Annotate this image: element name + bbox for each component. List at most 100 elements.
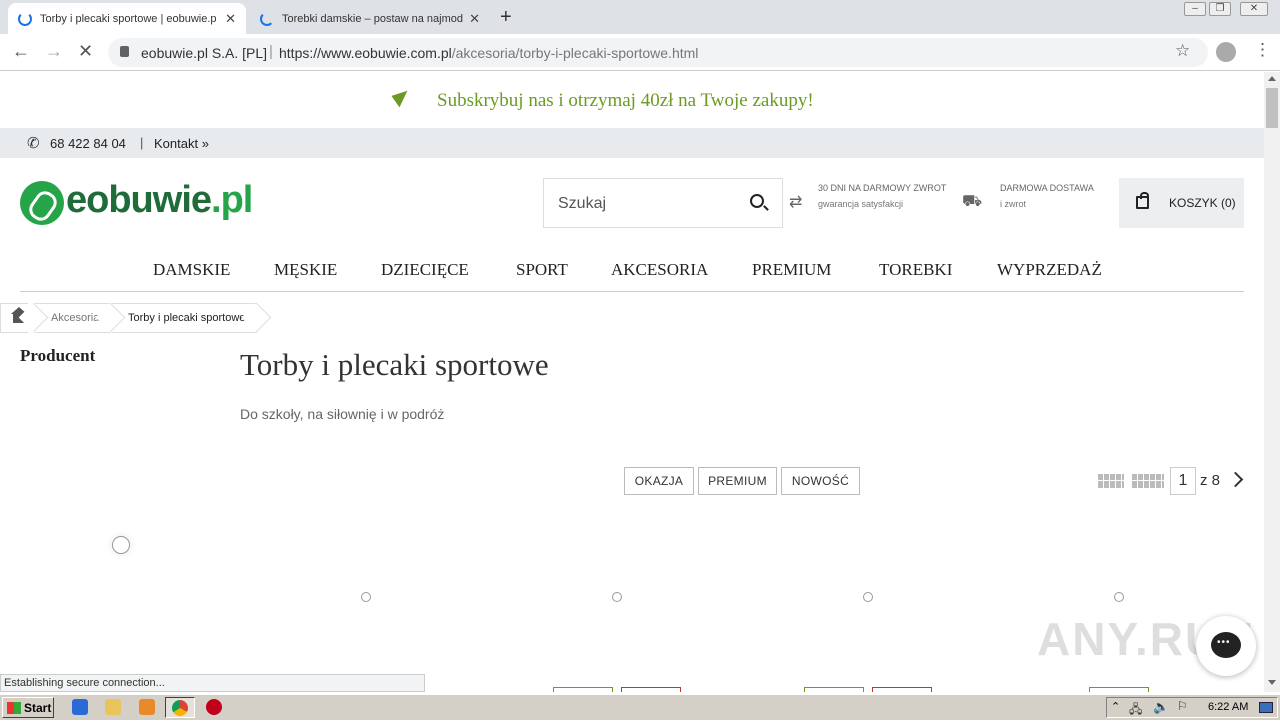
stop-loading-icon[interactable]: ✕ bbox=[78, 41, 93, 62]
tab-title: Torebki damskie – postaw na najmod bbox=[282, 12, 463, 25]
main-navigation: DAMSKIE MĘSKIE DZIECIĘCE SPORT AKCESORIA… bbox=[20, 248, 1244, 292]
chat-button[interactable] bbox=[1196, 616, 1256, 676]
media-player-icon[interactable] bbox=[139, 699, 155, 715]
loading-spinner-icon bbox=[18, 11, 32, 26]
product-badge bbox=[553, 687, 613, 692]
tag-okazja-button[interactable]: OKAZJA bbox=[624, 467, 694, 495]
back-arrow-icon[interactable]: ← bbox=[12, 41, 30, 62]
nav-dzieciece[interactable]: DZIECIĘCE bbox=[381, 260, 469, 280]
nav-akcesoria[interactable]: AKCESORIA bbox=[611, 260, 708, 280]
lock-icon bbox=[120, 46, 129, 57]
delivery-truck-icon: ⛟ bbox=[962, 193, 983, 210]
omnibox-separator: | bbox=[269, 43, 273, 60]
tag-nowosc-button[interactable]: NOWOŚĆ bbox=[781, 467, 860, 495]
breadcrumb-label: Akcesoria bbox=[51, 312, 100, 324]
browser-toolbar: ← → ✕ eobuwie.pl S.A. [PL] | https://www… bbox=[0, 34, 1280, 71]
start-button[interactable]: Start bbox=[2, 697, 54, 718]
product-badge bbox=[621, 687, 681, 692]
chat-icon bbox=[1211, 632, 1241, 658]
loading-indicator bbox=[612, 592, 622, 602]
page-scrollbar[interactable] bbox=[1264, 72, 1280, 692]
forward-arrow-icon[interactable]: → bbox=[45, 41, 63, 62]
page-title: Torby i plecaki sportowe bbox=[240, 347, 549, 382]
nav-premium[interactable]: PREMIUM bbox=[752, 260, 831, 280]
phone-icon: ✆ bbox=[27, 135, 40, 152]
system-tray: ⌃ 🖧 🔈 ⚐ bbox=[1106, 697, 1278, 718]
phone-number[interactable]: 68 422 84 04 bbox=[50, 136, 126, 151]
promo-text: Subskrybuj nas i otrzymaj 40zł na Twoje … bbox=[437, 90, 814, 111]
search-input[interactable] bbox=[558, 193, 738, 215]
paper-plane-icon bbox=[391, 86, 413, 108]
tag-premium-button[interactable]: PREMIUM bbox=[698, 467, 777, 495]
page-subtitle: Do szkoły, na siłownię i w podróż bbox=[240, 406, 445, 422]
show-desktop-icon[interactable] bbox=[1259, 702, 1273, 713]
usp-delivery-subtitle: i zwrot bbox=[1000, 199, 1027, 209]
return-arrows-icon: ⇄ bbox=[789, 194, 803, 211]
browser-tab-strip: Torby i plecaki sportowe | eobuwie.p ✕ T… bbox=[0, 0, 1280, 34]
breadcrumb-label: Torby i plecaki sportowe bbox=[128, 312, 246, 324]
nav-wyprzedaz[interactable]: WYPRZEDAŻ bbox=[997, 260, 1102, 280]
usp-return-subtitle: gwarancja satysfakcji bbox=[818, 199, 904, 209]
loading-indicator bbox=[112, 536, 130, 554]
product-badge bbox=[872, 687, 932, 692]
scroll-thumb[interactable] bbox=[1266, 88, 1278, 128]
next-page-icon[interactable] bbox=[1227, 471, 1244, 488]
logo-text: eobuwie.pl bbox=[66, 179, 253, 221]
browser-menu-icon[interactable]: ⋮ bbox=[1254, 40, 1271, 60]
action-center-flag-icon[interactable]: ⚐ bbox=[1177, 699, 1188, 713]
web-page: Subskrybuj nas i otrzymaj 40zł na Twoje … bbox=[0, 72, 1264, 692]
minimize-window-button[interactable]: – bbox=[1184, 2, 1206, 16]
start-label: Start bbox=[24, 700, 52, 715]
tab-close-icon[interactable]: ✕ bbox=[469, 11, 480, 27]
internet-explorer-icon[interactable] bbox=[72, 699, 88, 715]
security-alert-icon[interactable] bbox=[206, 699, 222, 715]
contact-link[interactable]: Kontakt » bbox=[154, 136, 209, 151]
loading-indicator bbox=[361, 592, 371, 602]
tab-title: Torby i plecaki sportowe | eobuwie.p bbox=[40, 12, 217, 25]
windows-flag-icon bbox=[7, 701, 21, 714]
tray-expand-icon[interactable]: ⌃ bbox=[1111, 700, 1120, 713]
loading-spinner-icon bbox=[260, 11, 274, 26]
contact-separator: | bbox=[140, 135, 144, 150]
taskbar-clock: 6:22 AM bbox=[1208, 701, 1249, 713]
dense-grid-view-icon[interactable] bbox=[1132, 474, 1164, 488]
page-number-input[interactable]: 1 bbox=[1170, 467, 1196, 495]
loading-indicator bbox=[863, 592, 873, 602]
usp-delivery-title: DARMOWA DOSTAWA bbox=[1000, 183, 1094, 193]
search-box bbox=[543, 178, 783, 228]
new-tab-button[interactable]: + bbox=[500, 6, 512, 29]
site-identity: eobuwie.pl S.A. [PL] bbox=[141, 45, 268, 61]
tab-close-icon[interactable]: ✕ bbox=[225, 11, 236, 27]
nav-torebki[interactable]: TOREBKI bbox=[879, 260, 952, 280]
address-bar[interactable]: eobuwie.pl S.A. [PL] | https://www.eobuw… bbox=[108, 38, 1208, 67]
breadcrumb-current: Torby i plecaki sportowe bbox=[112, 303, 257, 333]
product-badge bbox=[1089, 687, 1149, 692]
contact-bar: ✆ 68 422 84 04 | Kontakt » bbox=[0, 128, 1264, 158]
profile-avatar[interactable] bbox=[1216, 42, 1236, 62]
logo-shoe-icon bbox=[20, 181, 64, 225]
loading-indicator bbox=[1114, 592, 1124, 602]
cart-button[interactable]: KOSZYK (0) bbox=[1119, 178, 1244, 228]
tab-torby-plecaki[interactable]: Torby i plecaki sportowe | eobuwie.p ✕ bbox=[8, 3, 246, 34]
restore-window-button[interactable]: ❐ bbox=[1209, 2, 1231, 16]
scroll-up-icon[interactable] bbox=[1268, 76, 1276, 81]
folder-icon[interactable] bbox=[105, 699, 121, 715]
taskbar-chrome-button[interactable] bbox=[165, 697, 195, 718]
promo-banner[interactable]: Subskrybuj nas i otrzymaj 40zł na Twoje … bbox=[0, 72, 1264, 128]
grid-view-icon[interactable] bbox=[1098, 474, 1124, 488]
scroll-down-icon[interactable] bbox=[1268, 680, 1276, 685]
close-window-button[interactable]: ✕ bbox=[1240, 2, 1268, 16]
network-icon[interactable]: 🖧 bbox=[1129, 700, 1142, 721]
nav-meskie[interactable]: MĘSKIE bbox=[274, 260, 337, 280]
bookmark-star-icon[interactable]: ☆ bbox=[1175, 41, 1190, 61]
filter-producent-title[interactable]: Producent bbox=[20, 346, 95, 366]
windows-taskbar: Start ⌃ 🖧 🔈 ⚐ 6:22 AM bbox=[0, 694, 1280, 720]
search-icon[interactable] bbox=[750, 194, 764, 208]
nav-damskie[interactable]: DAMSKIE bbox=[153, 260, 230, 280]
product-badge bbox=[804, 687, 864, 692]
volume-icon[interactable]: 🔈 bbox=[1153, 699, 1169, 715]
chrome-icon bbox=[172, 700, 188, 716]
nav-sport[interactable]: SPORT bbox=[516, 260, 568, 280]
tab-torebki-damskie[interactable]: Torebki damskie – postaw na najmod ✕ bbox=[250, 3, 490, 34]
usp-return-title: 30 DNI NA DARMOWY ZWROT bbox=[818, 183, 947, 193]
